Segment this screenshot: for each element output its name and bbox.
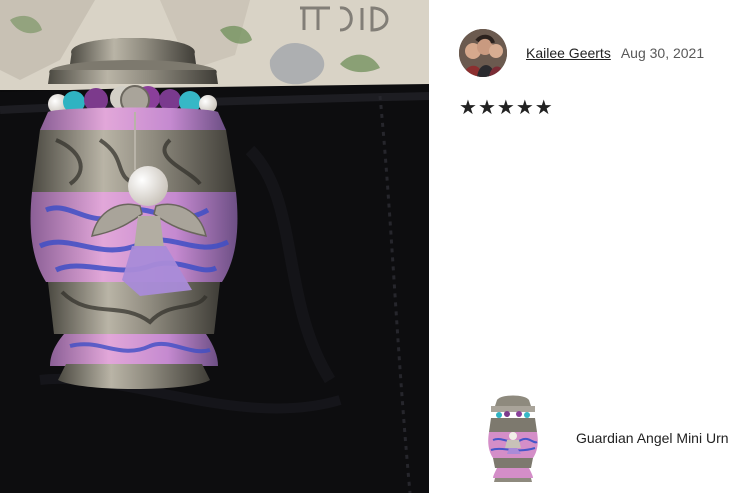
urn-photo-illustration — [0, 0, 429, 493]
avatar-image-icon — [459, 29, 507, 77]
product-thumbnail[interactable] — [485, 392, 541, 484]
star-icon: ★ — [477, 95, 496, 119]
reviewer-name-link[interactable]: Kailee Geerts — [526, 45, 611, 61]
reviewed-product[interactable]: Guardian Angel Mini Urn — [485, 392, 729, 484]
star-icon: ★ — [515, 95, 534, 119]
star-icon: ★ — [534, 95, 553, 119]
review-photo[interactable] — [0, 0, 429, 493]
star-rating: ★ ★ ★ ★ ★ — [459, 96, 553, 118]
avatar[interactable] — [459, 29, 507, 77]
star-icon: ★ — [459, 95, 477, 119]
urn-thumbnail-icon — [488, 395, 538, 482]
review-panel: Kailee Geerts Aug 30, 2021 ★ ★ ★ ★ ★ Gua… — [429, 0, 744, 493]
review-date: Aug 30, 2021 — [620, 45, 705, 61]
review-header: Kailee Geerts Aug 30, 2021 — [459, 29, 704, 77]
product-name-link[interactable]: Guardian Angel Mini Urn — [576, 430, 729, 446]
star-icon: ★ — [496, 95, 515, 119]
